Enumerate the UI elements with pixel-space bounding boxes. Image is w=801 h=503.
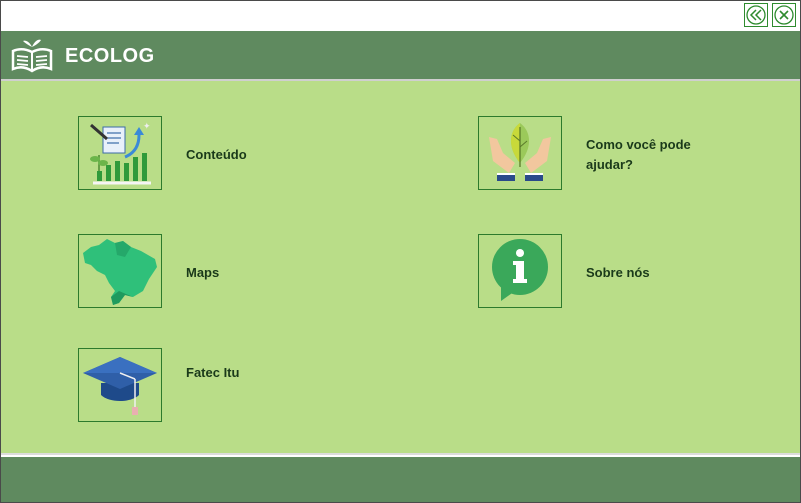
tile-sobre-nos[interactable]: [478, 234, 562, 308]
hands-leaf-icon: [489, 123, 551, 181]
label-fatec-itu[interactable]: Fatec Itu: [186, 363, 239, 383]
app-title: ECOLOG: [65, 45, 155, 67]
main-menu-area: ✦ Conteúdo Como você pode ajudar? Maps S…: [1, 79, 800, 455]
info-bubble-icon: [492, 239, 548, 301]
label-como-ajudar[interactable]: Como você pode ajudar?: [586, 135, 691, 175]
graduation-cap-icon: [83, 357, 157, 415]
book-leaf-logo-icon: [11, 39, 53, 73]
growth-chart-icon: ✦: [90, 122, 151, 185]
label-maps[interactable]: Maps: [186, 263, 219, 283]
app-header: ECOLOG: [1, 31, 800, 79]
close-icon: [774, 5, 794, 25]
brazil-map-icon: [83, 239, 157, 305]
tile-como-ajudar[interactable]: [478, 116, 562, 190]
tile-conteudo[interactable]: ✦: [78, 116, 162, 190]
double-chevron-left-icon: [746, 5, 766, 25]
label-sobre-nos[interactable]: Sobre nós: [586, 263, 650, 283]
close-button[interactable]: [772, 3, 796, 27]
tile-maps[interactable]: [78, 234, 162, 308]
tile-fatec-itu[interactable]: [78, 348, 162, 422]
app-window: ECOLOG ✦ Conteúdo Como você pode ajudar?…: [0, 0, 801, 503]
title-bar: [1, 1, 800, 31]
label-conteudo[interactable]: Conteúdo: [186, 145, 247, 165]
app-footer: [1, 457, 800, 502]
back-button[interactable]: [744, 3, 768, 27]
svg-text:✦: ✦: [143, 122, 151, 132]
